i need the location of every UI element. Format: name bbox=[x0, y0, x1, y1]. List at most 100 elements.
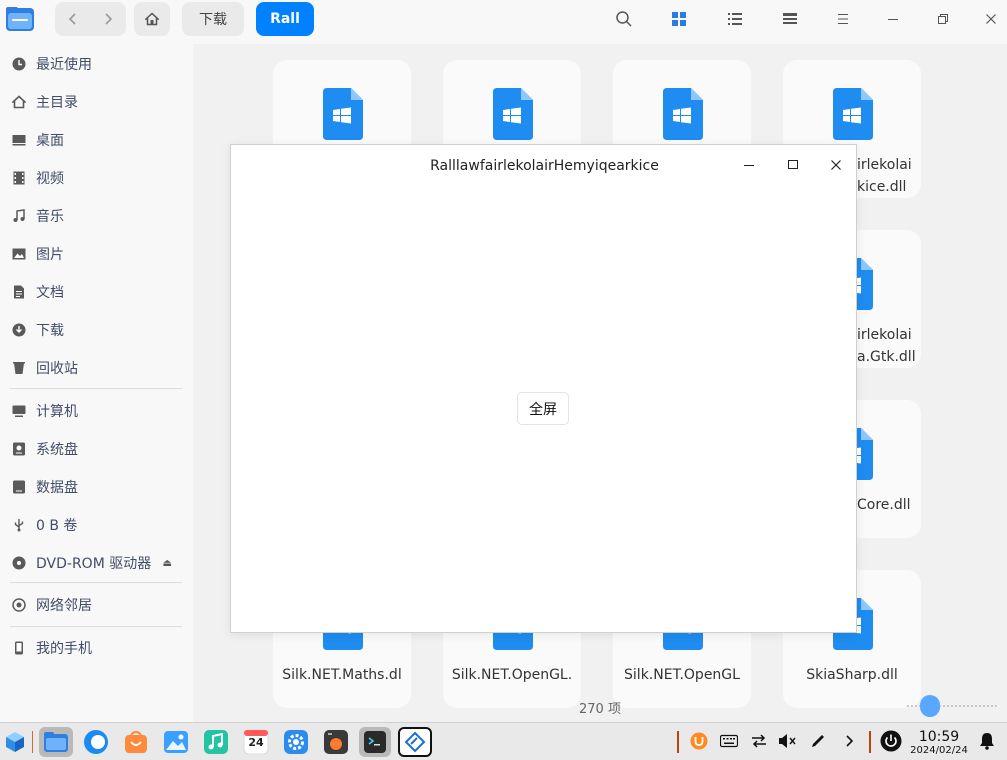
sidebar-item-label: DVD-ROM 驱动器 bbox=[36, 556, 152, 572]
launcher-cube-icon bbox=[6, 732, 24, 752]
menu-button[interactable] bbox=[834, 10, 852, 28]
app-dialog-window: RalllawfairlekolairHemyiqearkice 全屏 bbox=[230, 144, 857, 633]
clock-date[interactable]: 2024/02/24 bbox=[908, 745, 970, 756]
disk-icon bbox=[12, 480, 26, 494]
notification-button[interactable] bbox=[978, 732, 996, 750]
sidebar-item-music[interactable]: 音乐 bbox=[0, 197, 192, 235]
eject-icon[interactable]: ⏏ bbox=[163, 558, 172, 569]
sidebar-item-label: 最近使用 bbox=[36, 57, 92, 73]
keyboard-icon bbox=[720, 734, 738, 748]
photo-icon bbox=[164, 731, 188, 753]
file-name-label: Silk.NET.OpenGL. bbox=[451, 667, 573, 683]
minimize-button[interactable] bbox=[884, 10, 902, 28]
maximize-button[interactable] bbox=[934, 10, 952, 28]
close-button[interactable] bbox=[982, 10, 1000, 28]
phone-icon bbox=[12, 641, 26, 655]
file-name-label: irlekolai bbox=[857, 157, 912, 173]
sidebar-item-desktop[interactable]: 桌面 bbox=[0, 121, 192, 159]
file-name-label: SkiaSharp.dll bbox=[806, 667, 898, 683]
sidebar-item-network[interactable]: 网络邻居 bbox=[0, 586, 192, 624]
file-name-label: a.Gtk.dll bbox=[857, 349, 916, 365]
taskbar-terminal[interactable] bbox=[359, 727, 391, 757]
sidebar-divider bbox=[10, 388, 182, 389]
taskbar-running-app[interactable] bbox=[398, 727, 432, 757]
sidebar-item-trash[interactable]: 回收站 bbox=[0, 349, 192, 387]
taskbar-file-manager[interactable] bbox=[39, 727, 73, 757]
sidebar-item-recent[interactable]: 最近使用 bbox=[0, 45, 192, 83]
taskbar-settings[interactable] bbox=[281, 727, 311, 757]
taskbar-screen-recorder[interactable] bbox=[321, 727, 351, 757]
shopping-bag-icon bbox=[125, 730, 147, 753]
music-icon bbox=[12, 209, 26, 223]
tray-pen[interactable] bbox=[809, 732, 827, 750]
sidebar-item-dvd[interactable]: DVD-ROM 驱动器 ⏏ bbox=[0, 544, 192, 582]
list-view-button[interactable] bbox=[726, 10, 744, 28]
zoom-slider-handle[interactable] bbox=[920, 695, 940, 717]
desktop-icon bbox=[12, 133, 26, 147]
dialog-maximize-button[interactable] bbox=[783, 155, 803, 175]
windows-dll-file-icon bbox=[493, 88, 533, 140]
breadcrumb-current[interactable]: Rall bbox=[256, 2, 314, 36]
fullscreen-button[interactable]: 全屏 bbox=[517, 392, 569, 425]
windows-dll-file-icon bbox=[663, 88, 703, 140]
power-icon bbox=[880, 730, 902, 752]
dialog-close-button[interactable] bbox=[826, 155, 846, 175]
tray-expand[interactable] bbox=[840, 732, 858, 750]
taskbar-browser[interactable] bbox=[81, 727, 111, 757]
gear-icon bbox=[284, 730, 308, 754]
icon-view-button[interactable] bbox=[670, 10, 688, 28]
home-button[interactable] bbox=[134, 2, 170, 36]
windows-dll-file-icon bbox=[833, 88, 873, 140]
sidebar-item-documents[interactable]: 文档 bbox=[0, 273, 192, 311]
file-manager-logo-icon bbox=[6, 7, 34, 31]
tray-network[interactable] bbox=[750, 732, 768, 750]
launcher-button[interactable] bbox=[2, 727, 28, 757]
tray-app-indicator[interactable] bbox=[690, 732, 708, 750]
recorder-icon bbox=[324, 730, 348, 754]
taskbar-calendar[interactable]: 24 bbox=[241, 727, 271, 757]
dialog-title: RalllawfairlekolairHemyiqearkice bbox=[430, 158, 659, 174]
sidebar-item-system-disk[interactable]: 系统盘 bbox=[0, 430, 192, 468]
app-diamond-icon bbox=[404, 731, 426, 753]
taskbar-image-viewer[interactable] bbox=[161, 727, 191, 757]
sidebar-item-pictures[interactable]: 图片 bbox=[0, 235, 192, 273]
sidebar-item-label: 文档 bbox=[36, 285, 64, 301]
tray-keyboard[interactable] bbox=[720, 732, 738, 750]
chevron-left-icon bbox=[68, 13, 76, 25]
sidebar-item-home[interactable]: 主目录 bbox=[0, 83, 192, 121]
sidebar-item-label: 视频 bbox=[36, 171, 64, 187]
clock-icon bbox=[12, 57, 26, 71]
music-note-icon bbox=[204, 730, 228, 754]
windows-dll-file-icon bbox=[323, 88, 363, 140]
computer-icon bbox=[12, 404, 26, 418]
download-icon bbox=[12, 323, 26, 337]
restore-icon bbox=[938, 14, 948, 24]
network-icon bbox=[12, 598, 26, 612]
search-button[interactable] bbox=[615, 10, 633, 28]
home-icon bbox=[12, 95, 26, 109]
sidebar-item-label: 0 B 卷 bbox=[36, 518, 78, 534]
sidebar-item-label: 计算机 bbox=[36, 404, 78, 420]
power-button[interactable] bbox=[880, 730, 902, 752]
clock-time[interactable]: 10:59 bbox=[913, 729, 965, 745]
sidebar-item-data-disk[interactable]: 数据盘 bbox=[0, 468, 192, 506]
sidebar-item-computer[interactable]: 计算机 bbox=[0, 392, 192, 430]
sidebar-item-videos[interactable]: 视频 bbox=[0, 159, 192, 197]
taskbar-music[interactable] bbox=[201, 727, 231, 757]
sidebar-item-label: 桌面 bbox=[36, 133, 64, 149]
menu-icon bbox=[838, 14, 848, 24]
close-icon bbox=[986, 14, 996, 24]
breadcrumb-downloads[interactable]: 下载 bbox=[182, 2, 244, 36]
tree-view-button[interactable] bbox=[781, 10, 799, 28]
taskbar-app-store[interactable] bbox=[121, 727, 151, 757]
bell-icon bbox=[980, 733, 994, 750]
sidebar-divider bbox=[10, 626, 182, 627]
back-button[interactable] bbox=[55, 2, 90, 36]
sidebar-item-label: 数据盘 bbox=[36, 480, 78, 496]
sidebar-item-downloads[interactable]: 下载 bbox=[0, 311, 192, 349]
dialog-minimize-button[interactable] bbox=[739, 155, 759, 175]
sidebar-item-volume[interactable]: 0 B 卷 bbox=[0, 506, 192, 544]
tray-volume[interactable] bbox=[778, 732, 796, 750]
forward-button[interactable] bbox=[90, 2, 125, 36]
sidebar-item-phone[interactable]: 我的手机 bbox=[0, 629, 192, 667]
